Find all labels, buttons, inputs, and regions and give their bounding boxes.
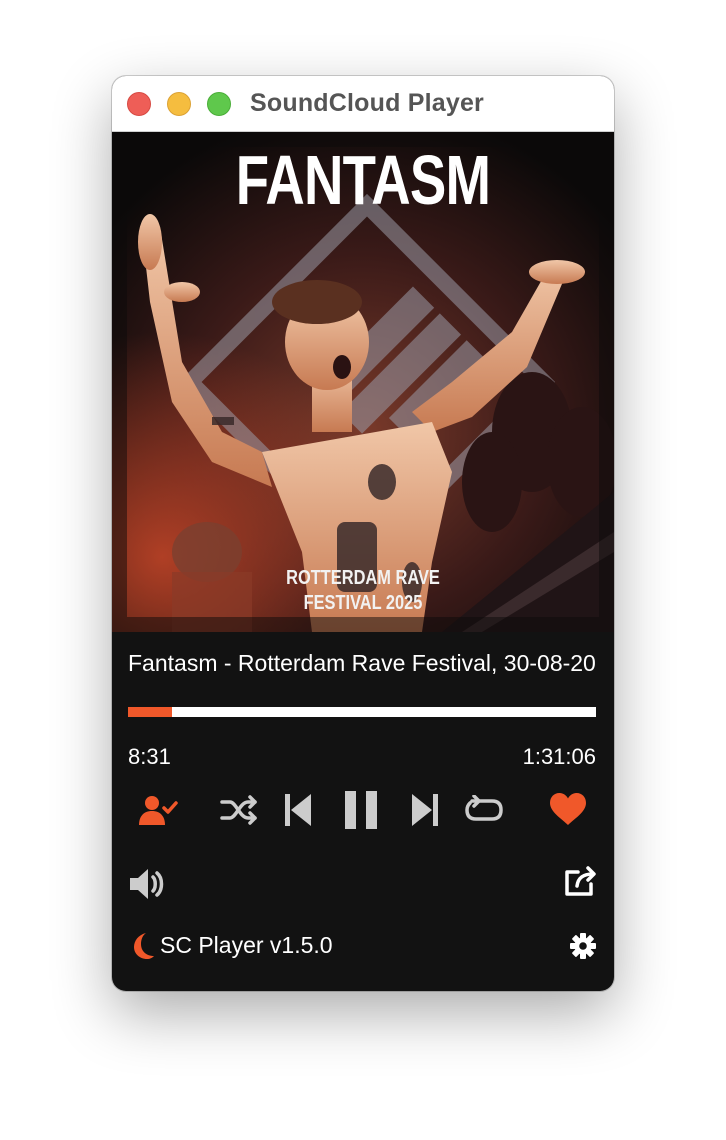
shuffle-icon — [220, 795, 257, 825]
elapsed-time: 8:31 — [128, 744, 171, 769]
heart-icon — [550, 793, 586, 825]
minimize-window-button[interactable] — [167, 92, 191, 116]
total-duration: 1:31:06 — [522, 744, 596, 769]
share-button[interactable] — [564, 865, 598, 897]
title-bar[interactable]: SoundCloud Player — [112, 76, 614, 132]
shuffle-button[interactable] — [220, 795, 260, 825]
progress-bar[interactable] — [128, 707, 596, 717]
follow-artist-button[interactable] — [138, 794, 178, 826]
play-pause-button[interactable] — [344, 790, 378, 830]
pause-icon — [345, 791, 377, 829]
app-version-label: SC Player v1.5.0 — [160, 932, 333, 958]
theme-toggle-button[interactable] — [129, 932, 155, 960]
track-title[interactable]: Fantasm - Rotterdam Rave Festival, 30-08… — [128, 650, 596, 677]
volume-button[interactable] — [129, 867, 165, 901]
repeat-icon — [465, 795, 503, 821]
window-title: SoundCloud Player — [250, 89, 484, 117]
skip-forward-icon — [412, 794, 438, 826]
moon-icon — [134, 933, 154, 959]
close-window-button[interactable] — [127, 92, 151, 116]
volume-icon — [130, 869, 164, 899]
settings-button[interactable] — [570, 933, 596, 959]
zoom-window-button[interactable] — [207, 92, 231, 116]
artwork-subtitle-line2: FESTIVAL 2025 — [303, 592, 423, 614]
next-track-button[interactable] — [411, 793, 439, 827]
share-icon — [565, 866, 596, 896]
track-artwork: FANTASM ROTTERDAM RAVE FESTIVAL 2025 — [112, 132, 614, 632]
artwork-subtitle-line1: ROTTERDAM RAVE — [286, 567, 440, 589]
progress-fill — [128, 707, 172, 717]
user-check-icon — [139, 796, 178, 825]
artwork-title: FANTASM — [235, 141, 491, 219]
gear-icon — [570, 933, 596, 959]
repeat-button[interactable] — [464, 795, 504, 825]
like-button[interactable] — [549, 792, 587, 826]
artwork-subtitle: ROTTERDAM RAVE FESTIVAL 2025 — [157, 566, 569, 616]
previous-track-button[interactable] — [284, 793, 312, 827]
player-window: SoundCloud Player FANTASM ROTTERDAM RAVE… — [112, 76, 614, 991]
skip-back-icon — [285, 794, 311, 826]
